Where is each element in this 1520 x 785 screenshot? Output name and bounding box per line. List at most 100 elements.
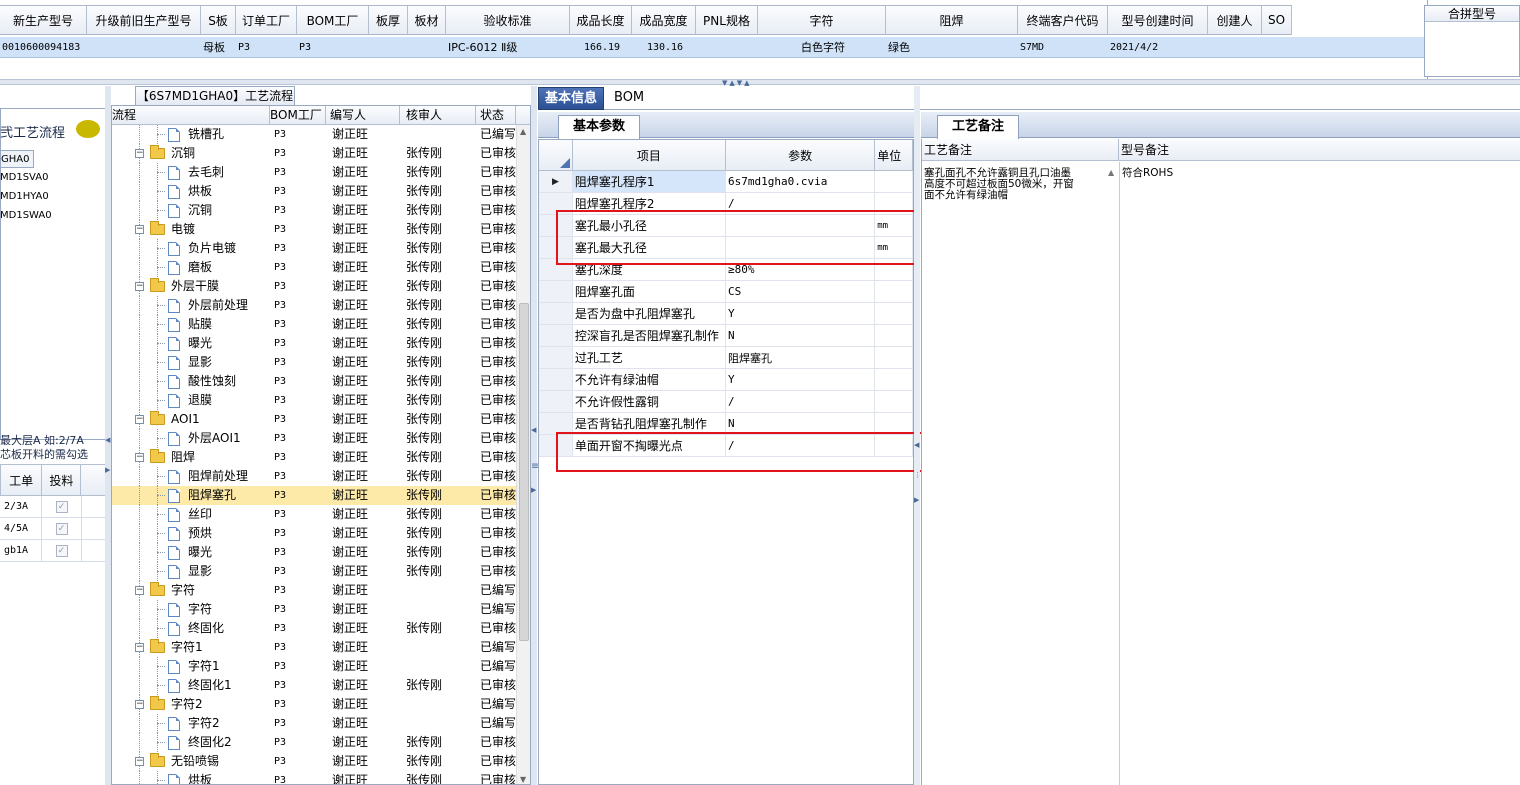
tree-row[interactable]: 去毛刺 P3 谢正旺 张传刚 已审核: [112, 163, 530, 182]
tree-row[interactable]: 曝光 P3 谢正旺 张传刚 已审核: [112, 334, 530, 353]
flow-list-item[interactable]: MD1HYA0: [0, 188, 49, 206]
tree-row[interactable]: 预烘 P3 谢正旺 张传刚 已审核: [112, 524, 530, 543]
tree-row[interactable]: 外层AOI1 P3 谢正旺 张传刚 已审核: [112, 429, 530, 448]
column-header[interactable]: PNL规格: [696, 6, 758, 34]
collapse-icon[interactable]: −: [135, 282, 144, 291]
table-row[interactable]: gb1A ✓: [0, 540, 106, 562]
param-value[interactable]: 6s7md1gha0.cvia: [726, 171, 876, 192]
tree-row[interactable]: − 电镀 P3 谢正旺 张传刚 已审核: [112, 220, 530, 239]
table-row[interactable]: 4/5A ✓: [0, 518, 106, 540]
tree-row[interactable]: 铣槽孔 P3 谢正旺 已编写: [112, 125, 530, 144]
tree-row[interactable]: 显影 P3 谢正旺 张传刚 已审核: [112, 562, 530, 581]
tree-row[interactable]: 负片电镀 P3 谢正旺 张传刚 已审核: [112, 239, 530, 258]
current-row-arrow-icon[interactable]: ▶: [539, 171, 573, 192]
row-indicator[interactable]: [539, 413, 573, 434]
param-row[interactable]: 不允许有绿油帽 Y: [539, 369, 913, 391]
column-header[interactable]: 字符: [758, 6, 886, 34]
tree-scrollbar[interactable]: ▲ ▼: [516, 125, 530, 784]
scrollbar-thumb[interactable]: [519, 303, 529, 641]
tab-basic-params[interactable]: 基本参数: [558, 115, 640, 139]
tree-row[interactable]: 外层前处理 P3 谢正旺 张传刚 已审核: [112, 296, 530, 315]
row-indicator[interactable]: [539, 347, 573, 368]
flow-list-item[interactable]: MD1SWA0: [0, 207, 52, 225]
tree-row[interactable]: 显影 P3 谢正旺 张传刚 已审核: [112, 353, 530, 372]
tree-row[interactable]: − 字符1 P3 谢正旺 已编写: [112, 638, 530, 657]
scroll-up-icon[interactable]: ▲: [1108, 168, 1114, 177]
param-row[interactable]: 不允许假性露铜 /: [539, 391, 913, 413]
column-header[interactable]: 新生产型号: [0, 6, 87, 34]
param-value[interactable]: Y: [726, 369, 876, 390]
tree-row[interactable]: − 阻焊 P3 谢正旺 张传刚 已审核: [112, 448, 530, 467]
column-header[interactable]: 订单工厂: [236, 6, 297, 34]
tree-row[interactable]: 终固化 P3 谢正旺 张传刚 已审核: [112, 619, 530, 638]
param-value[interactable]: CS: [726, 281, 876, 302]
column-header[interactable]: 成品宽度: [632, 6, 696, 34]
param-row[interactable]: 是否为盘中孔阻焊塞孔 Y: [539, 303, 913, 325]
column-header[interactable]: 阻焊: [886, 6, 1018, 34]
process-remark-text[interactable]: 塞孔面孔不允许露铜且孔口油墨 高度不可超过板面50微米，开窗 面不允许有绿油帽: [924, 168, 1104, 201]
tree-row[interactable]: − 外层干膜 P3 谢正旺 张传刚 已审核: [112, 277, 530, 296]
param-value[interactable]: Y: [726, 303, 876, 324]
tree-row[interactable]: − AOI1 P3 谢正旺 张传刚 已审核: [112, 410, 530, 429]
column-header[interactable]: SO: [1262, 6, 1292, 34]
model-grid-row[interactable]: 0010600094183 母板 P3 P3 IPC-6012 Ⅱ级 166.1…: [0, 37, 1428, 58]
row-indicator[interactable]: [539, 369, 573, 390]
scroll-up-icon[interactable]: ▲: [520, 127, 526, 136]
right-splitter[interactable]: ◀ ⋮ ▶: [914, 86, 921, 785]
feed-checkbox[interactable]: ✓: [42, 540, 82, 561]
row-indicator[interactable]: [539, 303, 573, 324]
tree-row[interactable]: 终固化1 P3 谢正旺 张传刚 已审核: [112, 676, 530, 695]
row-indicator[interactable]: [539, 391, 573, 412]
column-header[interactable]: 成品长度: [570, 6, 632, 34]
column-header[interactable]: 板材: [408, 6, 446, 34]
param-value[interactable]: N: [726, 413, 876, 434]
tab-process-remarks[interactable]: 工艺备注: [937, 115, 1019, 139]
collapse-icon[interactable]: −: [135, 700, 144, 709]
param-row[interactable]: 阻焊塞孔面 CS: [539, 281, 913, 303]
collapse-icon[interactable]: −: [135, 757, 144, 766]
param-value[interactable]: /: [726, 391, 876, 412]
table-row[interactable]: 2/3A ✓: [0, 496, 106, 518]
param-value[interactable]: 阻焊塞孔: [726, 347, 876, 368]
tree-row[interactable]: 字符 P3 谢正旺 已编写: [112, 600, 530, 619]
flow-list-item[interactable]: GHA0: [0, 150, 35, 168]
tab-basic-info[interactable]: 基本信息: [538, 87, 605, 110]
column-header[interactable]: 板厚: [369, 6, 408, 34]
tree-row[interactable]: 字符1 P3 谢正旺 已编写: [112, 657, 530, 676]
collapse-icon[interactable]: −: [135, 643, 144, 652]
row-indicator[interactable]: [539, 325, 573, 346]
tab-bom[interactable]: BOM: [608, 87, 650, 110]
column-header[interactable]: 升级前旧生产型号: [87, 6, 201, 34]
tree-row[interactable]: 贴膜 P3 谢正旺 张传刚 已审核: [112, 315, 530, 334]
param-value[interactable]: N: [726, 325, 876, 346]
tree-row[interactable]: 阻焊塞孔 P3 谢正旺 张传刚 已审核: [112, 486, 530, 505]
horizontal-splitter[interactable]: ▼▲▼▲: [0, 79, 1520, 87]
tree-row[interactable]: − 沉铜 P3 谢正旺 张传刚 已审核: [112, 144, 530, 163]
column-header[interactable]: S板: [201, 6, 236, 34]
middle-splitter[interactable]: ◀ ≡ ▶: [531, 86, 539, 785]
tree-row[interactable]: 沉铜 P3 谢正旺 张传刚 已审核: [112, 201, 530, 220]
row-indicator[interactable]: [539, 281, 573, 302]
column-header[interactable]: 验收标准: [446, 6, 570, 34]
column-header[interactable]: 创建人: [1208, 6, 1262, 34]
collapse-icon[interactable]: −: [135, 415, 144, 424]
tree-row[interactable]: 阻焊前处理 P3 谢正旺 张传刚 已审核: [112, 467, 530, 486]
param-row[interactable]: ▶ 阻焊塞孔程序1 6s7md1gha0.cvia: [539, 171, 913, 193]
collapse-icon[interactable]: −: [135, 149, 144, 158]
column-header[interactable]: 型号创建时间: [1108, 6, 1208, 34]
collapse-icon[interactable]: −: [135, 453, 144, 462]
model-remark-text[interactable]: 符合ROHS: [1122, 168, 1173, 179]
collapse-icon[interactable]: −: [135, 586, 144, 595]
collapse-icon[interactable]: −: [135, 225, 144, 234]
tree-row[interactable]: 曝光 P3 谢正旺 张传刚 已审核: [112, 543, 530, 562]
tree-row[interactable]: − 无铅喷锡 P3 谢正旺 张传刚 已审核: [112, 752, 530, 771]
flow-list-item[interactable]: MD1SVA0: [0, 169, 48, 187]
feed-checkbox[interactable]: ✓: [42, 496, 82, 517]
tree-row[interactable]: − 字符 P3 谢正旺 已编写: [112, 581, 530, 600]
tree-row[interactable]: 磨板 P3 谢正旺 张传刚 已审核: [112, 258, 530, 277]
tree-row[interactable]: 丝印 P3 谢正旺 张传刚 已审核: [112, 505, 530, 524]
param-row[interactable]: 过孔工艺 阻焊塞孔: [539, 347, 913, 369]
param-row[interactable]: 控深盲孔是否阻焊塞孔制作 N: [539, 325, 913, 347]
tree-row[interactable]: 烘板 P3 谢正旺 张传刚 已审核: [112, 771, 530, 784]
chat-bubble-icon[interactable]: [76, 120, 100, 138]
